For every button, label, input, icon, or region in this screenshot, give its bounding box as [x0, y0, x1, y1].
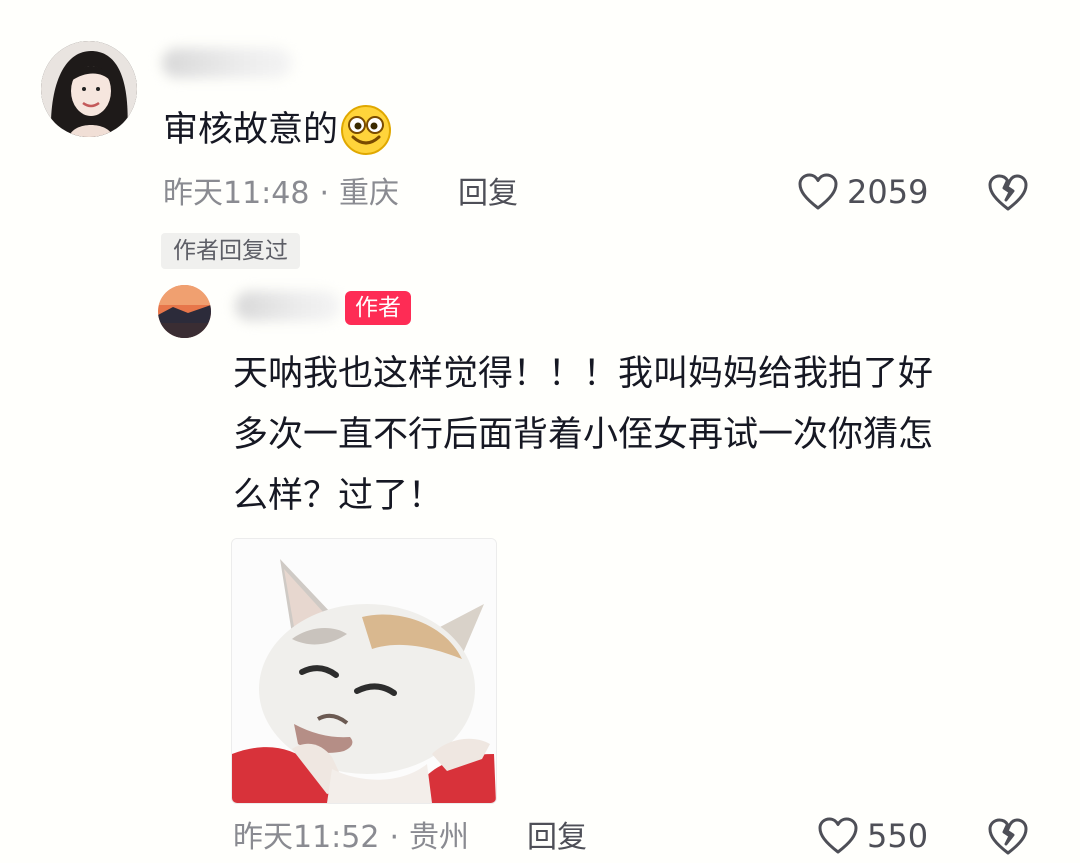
reply-text-line: 多次一直不行后面背着小侄女再试一次你猜怎 [233, 415, 934, 455]
author-replied-tag: 作者回复过 [161, 233, 300, 269]
author-avatar[interactable] [158, 285, 211, 338]
cat-shrug-sticker[interactable] [231, 538, 497, 804]
reply-text-line: 天呐我也这样觉得！！！我叫妈妈给我拍了好 [233, 354, 934, 394]
comment-body: 审核故意的 [163, 104, 392, 156]
reply-text-line: 么样？过了！ [233, 476, 444, 516]
comment-thread: 审核故意的 昨天11:48 · 重庆 回复 2059 作者回复过 作者 天呐我也… [0, 0, 1080, 863]
heart-outline-icon [797, 172, 839, 212]
author-badge: 作者 [345, 291, 411, 325]
comment-meta: 昨天11:48 · 重庆 [163, 174, 399, 214]
smiling-face-emoji-icon [340, 104, 392, 156]
comment-location: 重庆 [339, 176, 400, 211]
reply-time: 昨天11:52 [233, 820, 380, 855]
meta-separator: · [389, 820, 400, 855]
comment-like-button[interactable]: 2059 [797, 172, 928, 212]
reply-like-count: 550 [867, 817, 929, 855]
reply-meta: 昨天11:52 · 贵州 [233, 818, 469, 858]
broken-heart-icon[interactable] [987, 172, 1029, 214]
comment-like-count: 2059 [847, 173, 929, 211]
commenter-name-blurred[interactable] [162, 48, 292, 78]
reply-like-button[interactable]: 550 [817, 816, 928, 856]
reply-location: 贵州 [409, 820, 470, 855]
reply-body: 天呐我也这样觉得！！！我叫妈妈给我拍了好 多次一直不行后面背着小侄女再试一次你猜… [233, 344, 1033, 527]
author-name-blurred[interactable] [235, 291, 340, 321]
comment-reply-button[interactable]: 回复 [458, 174, 518, 214]
comment-time: 昨天11:48 [163, 176, 310, 211]
broken-heart-icon[interactable] [987, 816, 1029, 858]
commenter-avatar[interactable] [41, 41, 137, 137]
heart-outline-icon [817, 816, 859, 856]
comment-text: 审核故意的 [163, 110, 339, 150]
meta-separator: · [319, 176, 330, 211]
reply-reply-button[interactable]: 回复 [527, 818, 587, 858]
